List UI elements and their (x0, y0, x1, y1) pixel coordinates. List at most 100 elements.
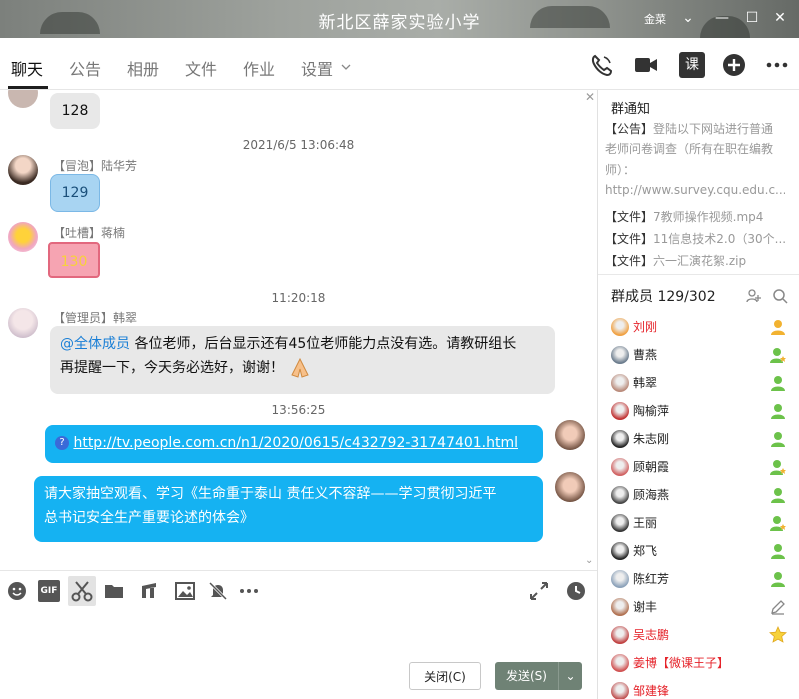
member-item[interactable]: 朱志刚 (611, 427, 791, 451)
gif-icon[interactable]: GIF (38, 580, 60, 602)
member-avatar[interactable] (611, 682, 629, 699)
send-options-chevron-icon[interactable]: ⌄ (558, 662, 582, 690)
member-item[interactable]: 邹建锋 (611, 679, 791, 699)
emoji-icon[interactable] (6, 580, 28, 602)
member-item[interactable]: 刘刚 (611, 315, 791, 339)
member-name[interactable]: 韩翠 (633, 374, 657, 391)
member-name[interactable]: 陶榆萍 (633, 402, 669, 419)
member-avatar[interactable] (611, 570, 629, 588)
expand-icon[interactable] (528, 580, 550, 602)
member-item[interactable]: 韩翠 (611, 371, 791, 395)
announcement-text: 老师问卷调查（所有在职在编教 (605, 142, 774, 156)
member-item[interactable]: 曹燕 (611, 343, 791, 367)
file-item[interactable]: 【文件】11信息技术2.0（30个... (605, 230, 785, 247)
self-avatar[interactable] (555, 420, 585, 450)
edit-icon (769, 598, 787, 616)
shared-link[interactable]: http://tv.people.com.cn/n1/2020/0615/c43… (73, 435, 518, 451)
member-item[interactable]: 谢丰 (611, 595, 791, 619)
message-text: 请大家抽空观看、学习《生命重于泰山 责任义不容辞——学习贯彻习近平 (44, 486, 497, 502)
member-item[interactable]: 顾海燕 (611, 483, 791, 507)
member-item[interactable]: 吴志鹏 (611, 623, 791, 647)
maximize-button[interactable]: ☐ (742, 8, 762, 28)
member-avatar[interactable] (611, 458, 629, 476)
member-avatar[interactable] (611, 486, 629, 504)
member-item[interactable]: 顾朝霞 (611, 455, 791, 479)
scroll-down-icon[interactable]: ⌄ (585, 555, 593, 566)
sender-name[interactable]: 【吐槽】蒋楠 (53, 224, 125, 241)
announcement-text: 师）： (605, 163, 636, 177)
member-avatar[interactable] (611, 626, 629, 644)
member-avatar[interactable] (611, 374, 629, 392)
member-name[interactable]: 刘刚 (633, 318, 657, 335)
phone-icon[interactable] (589, 52, 615, 78)
chevron-down-icon[interactable] (341, 63, 351, 71)
add-member-icon[interactable] (746, 288, 762, 304)
avatar[interactable] (8, 308, 38, 338)
member-name[interactable]: 郑飞 (633, 542, 657, 559)
more-icon[interactable] (764, 52, 790, 78)
tab-announcement[interactable]: 公告 (69, 56, 101, 80)
video-icon[interactable] (633, 52, 659, 78)
dropdown-icon[interactable]: ⌄ (678, 8, 698, 28)
member-avatar[interactable] (611, 430, 629, 448)
member-item[interactable]: 陶榆萍 (611, 399, 791, 423)
mute-bell-icon[interactable] (207, 580, 229, 602)
avatar[interactable] (8, 90, 38, 108)
close-icon[interactable]: ✕ (585, 90, 595, 104)
add-icon[interactable] (721, 52, 747, 78)
tab-settings[interactable]: 设置 (301, 56, 333, 80)
history-clock-icon[interactable] (565, 580, 587, 602)
member-item[interactable]: 郑飞 (611, 539, 791, 563)
announcement-item[interactable]: 【公告】登陆以下网站进行普通 (605, 120, 785, 137)
member-item[interactable]: 姜博【微课王子】 (611, 651, 791, 675)
file-item[interactable]: 【文件】六一汇演花絮.zip (605, 252, 785, 269)
member-avatar[interactable] (611, 542, 629, 560)
member-name[interactable]: 吴志鹏 (633, 626, 669, 643)
send-button[interactable]: 发送(S) (495, 662, 558, 690)
chat-area[interactable]: 128 ✕ 2021/6/5 13:06:48 【冒泡】陆华芳 129 【吐槽】… (0, 90, 597, 570)
member-name[interactable]: 王丽 (633, 514, 657, 531)
self-avatar[interactable] (555, 472, 585, 502)
close-window-button[interactable]: ✕ (770, 8, 790, 28)
member-name[interactable]: 顾朝霞 (633, 458, 669, 475)
minimize-button[interactable]: — (712, 8, 732, 28)
member-name[interactable]: 顾海燕 (633, 486, 669, 503)
message-input[interactable] (0, 610, 597, 660)
mention-all[interactable]: @全体成员 (60, 336, 130, 352)
member-item[interactable]: 王丽 (611, 511, 791, 535)
folder-icon[interactable] (103, 580, 125, 602)
screenshot-button[interactable] (68, 576, 96, 606)
member-name[interactable]: 姜博【微课王子】 (633, 654, 729, 671)
message-bubble: 请大家抽空观看、学习《生命重于泰山 责任义不容辞——学习贯彻习近平 总书记安全生… (34, 476, 543, 542)
image-icon[interactable] (174, 580, 196, 602)
message-text: 总书记安全生产重要论述的体会》 (44, 510, 254, 526)
lesson-icon[interactable]: 课 (679, 52, 705, 78)
avatar[interactable] (8, 155, 38, 185)
avatar[interactable] (8, 222, 38, 252)
message-text: 再提醒一下，今天务必选好，谢谢！ (60, 360, 284, 376)
sender-name[interactable]: 【冒泡】陆华芳 (53, 157, 137, 174)
music-icon[interactable] (138, 580, 160, 602)
search-icon[interactable] (772, 288, 788, 304)
file-item[interactable]: 【文件】7教师操作视频.mp4 (605, 208, 785, 225)
member-avatar[interactable] (611, 402, 629, 420)
member-item[interactable]: 陈红芳 (611, 567, 791, 591)
tab-album[interactable]: 相册 (127, 56, 159, 80)
group-side-panel: 群通知 【公告】登陆以下网站进行普通 老师问卷调查（所有在职在编教 师）： ht… (598, 90, 799, 699)
member-name[interactable]: 曹燕 (633, 346, 657, 363)
tab-chat[interactable]: 聊天 (11, 56, 43, 80)
member-avatar[interactable] (611, 598, 629, 616)
member-avatar[interactable] (611, 346, 629, 364)
member-avatar[interactable] (611, 514, 629, 532)
close-button[interactable]: 关闭(C) (409, 662, 481, 690)
member-avatar[interactable] (611, 654, 629, 672)
member-name[interactable]: 邹建锋 (633, 682, 669, 699)
tab-homework[interactable]: 作业 (243, 56, 275, 80)
member-name[interactable]: 陈红芳 (633, 570, 669, 587)
more-tools-icon[interactable] (238, 580, 260, 602)
member-avatar[interactable] (611, 318, 629, 336)
sender-name[interactable]: 【管理员】韩翠 (53, 309, 137, 326)
member-name[interactable]: 谢丰 (633, 598, 657, 615)
tab-files[interactable]: 文件 (185, 56, 217, 80)
member-name[interactable]: 朱志刚 (633, 430, 669, 447)
